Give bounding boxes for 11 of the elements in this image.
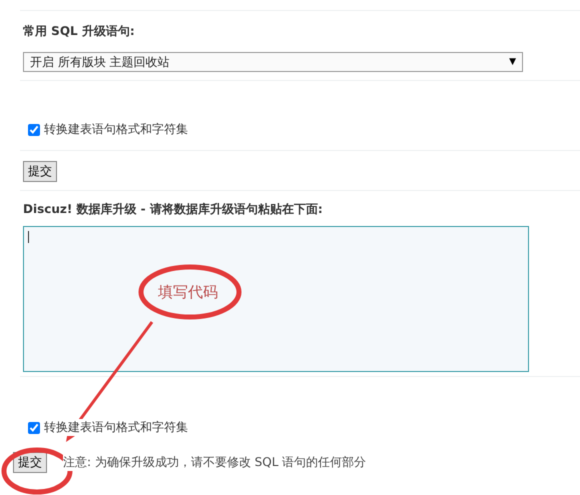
select-field[interactable]: 开启 所有版块 主题回收站 ▼ — [23, 52, 523, 72]
checkbox-label: 转换建表语句格式和字符集 — [44, 419, 188, 436]
section-heading: 常用 SQL 升级语句: — [23, 23, 136, 40]
note-text: 注意: 为确保升级成功，请不要修改 SQL 语句的任何部分 — [63, 454, 366, 471]
submit-button[interactable]: 提交 — [23, 161, 57, 182]
checkbox-label: 转换建表语句格式和字符集 — [44, 121, 188, 138]
section-heading: Discuz! 数据库升级 - 请将数据库升级语句粘贴在下面: — [23, 201, 324, 218]
textarea-field[interactable] — [23, 226, 529, 372]
annotation-label: 填写代码 — [158, 283, 218, 302]
checkbox[interactable] — [28, 124, 40, 136]
checkbox[interactable] — [28, 422, 40, 434]
